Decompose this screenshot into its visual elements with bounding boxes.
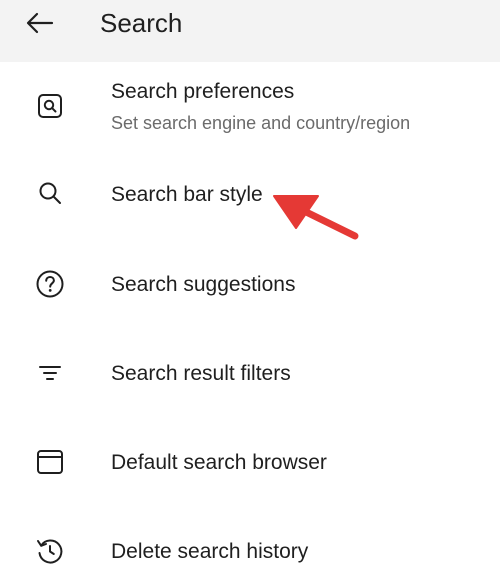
search-square-icon: [30, 86, 70, 126]
settings-item-label: Default search browser: [111, 451, 327, 474]
app-header: Search: [0, 0, 500, 62]
settings-item-search-suggestions[interactable]: Search suggestions: [0, 241, 500, 327]
back-button[interactable]: [14, 0, 66, 46]
settings-item-label: Search bar style: [111, 183, 263, 206]
settings-item-label: Search suggestions: [111, 273, 296, 296]
settings-item-label: Delete search history: [111, 540, 309, 563]
settings-item-delete-search-history[interactable]: Delete search history: [0, 508, 500, 567]
settings-item-subtitle: Set search engine and country/region: [111, 113, 411, 133]
settings-item-default-search-browser[interactable]: Default search browser: [0, 419, 500, 505]
search-settings-page: Search Search preferences Set search eng…: [0, 0, 500, 567]
question-circle-icon: [30, 264, 70, 304]
settings-item-label: Search result filters: [111, 362, 291, 385]
settings-item-search-result-filters[interactable]: Search result filters: [0, 330, 500, 416]
magnifier-icon: [30, 173, 70, 213]
settings-item-label: Search preferences: [111, 80, 295, 103]
arrow-left-icon: [26, 12, 54, 34]
filter-lines-icon: [30, 353, 70, 393]
history-icon: [30, 531, 70, 567]
settings-item-search-preferences[interactable]: Search preferences Set search engine and…: [0, 64, 500, 150]
browser-window-icon: [30, 442, 70, 482]
page-title: Search: [100, 8, 183, 38]
settings-item-search-bar-style[interactable]: Search bar style: [0, 152, 500, 238]
